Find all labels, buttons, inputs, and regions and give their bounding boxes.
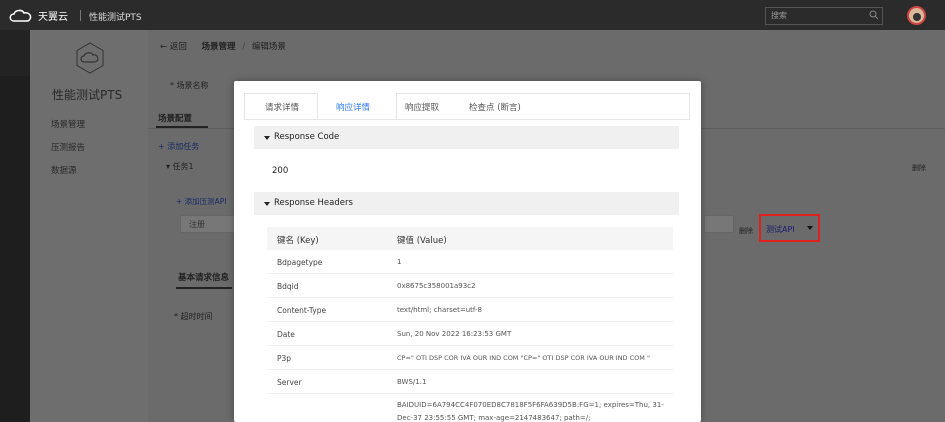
add-api-link[interactable]: + 添加压测API (176, 196, 227, 207)
test-api-button[interactable]: 测试API (759, 214, 820, 242)
response-modal: 请求详情 响应详情 响应提取 检查点 (断言) Response Code 20… (234, 81, 701, 422)
sidebar-item-scene[interactable]: 场景管理 (51, 118, 85, 130)
caret-down-icon (264, 136, 270, 140)
divider (80, 10, 81, 21)
tabs-divider (244, 119, 690, 120)
header-value: BWS/1.1 (397, 378, 427, 386)
api-delete[interactable]: 删除 (739, 226, 753, 236)
table-row: Content-Type text/html; charset=utf-8 (267, 298, 673, 322)
table-header: 键名 (Key) 键值 (Value) (267, 227, 673, 250)
breadcrumb-edit-scene: 编辑场景 (251, 42, 286, 52)
add-task-link[interactable]: + 添加任务 (158, 141, 199, 152)
sidebar-item-report[interactable]: 压测报告 (51, 141, 85, 153)
breadcrumb-scene-manage[interactable]: 场景管理 (202, 42, 236, 52)
search-input[interactable]: 搜索 (765, 7, 883, 25)
header-value: 0x8675c358001a93c2 (397, 282, 476, 290)
response-headers-section[interactable]: Response Headers (254, 192, 679, 215)
pts-product-icon (76, 42, 104, 74)
test-api-label: 测试API (766, 225, 795, 234)
section-title: Response Code (274, 132, 340, 142)
avatar[interactable] (907, 6, 926, 25)
sidebar-title: 性能测试PTS (52, 88, 123, 102)
task-delete[interactable]: 删除 (912, 163, 926, 173)
breadcrumb-separator: / (242, 42, 246, 52)
tab-underline (176, 287, 232, 289)
tab-response-detail[interactable]: 响应详情 (336, 101, 370, 113)
search-icon[interactable] (869, 10, 879, 20)
column-key: 键名 (Key) (277, 236, 319, 246)
product-title[interactable]: 性能测试PTS (89, 10, 142, 23)
response-code-value: 200 (272, 166, 289, 176)
section-title: Response Headers (274, 198, 353, 208)
logo-text: 天翼云 (38, 12, 68, 23)
breadcrumb: ← 返回 场景管理 / 编辑场景 (160, 40, 286, 52)
header-value: text/html; charset=utf-8 (397, 306, 482, 314)
api-input-right[interactable] (704, 215, 734, 233)
top-bar: 天翼云 性能测试PTS 搜索 (0, 0, 945, 30)
brand-logo[interactable]: 天翼云 (8, 8, 68, 23)
api-name-field[interactable]: 注册 (180, 215, 238, 233)
table-row: BAIDUID=6A794CC4F070ED8C7818F5F6FA639D5B… (267, 394, 673, 422)
tab-response-extract[interactable]: 响应提取 (405, 101, 439, 113)
response-code-section[interactable]: Response Code (254, 126, 679, 149)
header-key: Bdqid (277, 282, 299, 291)
table-row: Server BWS/1.1 (267, 370, 673, 394)
cloud-logo-icon (9, 9, 32, 22)
back-link[interactable]: ← 返回 (160, 42, 187, 52)
table-row: Date Sun, 20 Nov 2022 16:23:53 GMT (267, 322, 673, 346)
scene-name-label: * 场景名称 (170, 81, 209, 90)
sidebar: 性能测试PTS 场景管理 压测报告 数据源 (30, 30, 148, 422)
sidebar-item-datasource[interactable]: 数据源 (51, 164, 77, 176)
header-key: P3p (277, 354, 292, 363)
table-row: Bdpagetype 1 (267, 250, 673, 274)
left-rail (0, 30, 30, 422)
column-value: 键值 (Value) (397, 236, 447, 246)
header-key: Date (277, 330, 295, 339)
header-value: Sun, 20 Nov 2022 16:23:53 GMT (397, 330, 512, 338)
rail-header (0, 30, 30, 76)
tab-basic-request[interactable]: 基本请求信息 (178, 271, 229, 283)
modal-tabs: 请求详情 响应详情 响应提取 检查点 (断言) (244, 93, 690, 120)
caret-down-icon (807, 226, 813, 230)
header-value: CP=" OTI DSP COR IVA OUR IND COM "CP=" O… (397, 354, 650, 362)
tab-scene-config[interactable]: 场景配置 (158, 112, 192, 124)
header-value: 1 (397, 258, 402, 266)
header-value: BAIDUID=6A794CC4F070ED8C7818F5F6FA639D5B… (397, 401, 664, 422)
timeout-label: * 超时时间 (174, 312, 213, 321)
header-key: Bdpagetype (277, 258, 323, 267)
table-row: Bdqid 0x8675c358001a93c2 (267, 274, 673, 298)
header-key: Content-Type (277, 306, 327, 315)
caret-down-icon (264, 202, 270, 206)
tab-checkpoint[interactable]: 检查点 (断言) (469, 101, 521, 113)
table-row: P3p CP=" OTI DSP COR IVA OUR IND COM "CP… (267, 346, 673, 370)
task-item[interactable]: ▾ 任务1 (166, 161, 194, 172)
header-key: Server (277, 378, 302, 387)
tab-request-detail[interactable]: 请求详情 (265, 101, 299, 113)
